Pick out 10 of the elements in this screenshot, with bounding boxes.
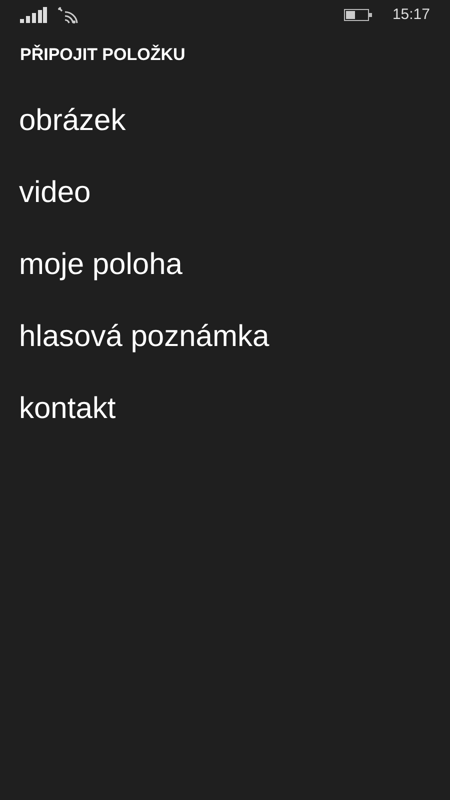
wifi-icon bbox=[57, 6, 79, 24]
menu-item[interactable]: obrázek bbox=[19, 98, 126, 144]
battery-icon bbox=[344, 9, 372, 21]
page-title: PŘIPOJIT POLOŽKU bbox=[19, 44, 186, 66]
menu-item[interactable]: hlasová poznámka bbox=[19, 314, 270, 360]
clock-time: 15:17 bbox=[392, 4, 430, 25]
menu-item[interactable]: moje poloha bbox=[19, 242, 182, 288]
menu-item[interactable]: video bbox=[19, 170, 91, 216]
menu-item[interactable]: kontakt bbox=[19, 386, 116, 432]
signal-icon bbox=[20, 7, 47, 23]
